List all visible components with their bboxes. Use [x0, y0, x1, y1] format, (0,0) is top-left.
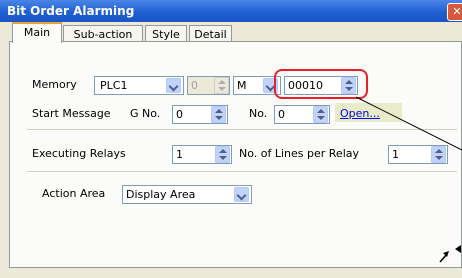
no-spinner-icon[interactable] [313, 106, 328, 123]
memory-label: Memory [32, 78, 77, 91]
plc-select-value: PLC1 [100, 79, 128, 92]
tab-main[interactable]: Main [12, 22, 62, 43]
executing-relays-input[interactable]: 1 [172, 145, 232, 164]
g-no-spinner-icon[interactable] [211, 106, 226, 123]
no-value: 0 [278, 108, 285, 121]
tab-style[interactable]: Style [145, 25, 187, 42]
address-highlight-circle [274, 69, 368, 99]
close-button[interactable]: ✕ [447, 3, 462, 21]
g-no-value: 0 [176, 108, 183, 121]
plc-select[interactable]: PLC1 [94, 76, 184, 95]
lines-per-relay-label: No. of Lines per Relay [239, 147, 360, 160]
action-area-label: Action Area [42, 187, 106, 200]
device-select-value: M [237, 79, 247, 92]
station-value: 0 [191, 79, 198, 92]
g-no-label: G No. [130, 107, 161, 120]
open-link[interactable]: Open... [340, 107, 380, 120]
executing-relays-value: 1 [176, 148, 183, 161]
no-input[interactable]: 0 [274, 105, 330, 124]
station-spinner-icon [214, 77, 229, 94]
action-area-select[interactable]: Display Area [122, 185, 252, 204]
station-input: 0 [187, 76, 230, 95]
g-no-input[interactable]: 0 [172, 105, 228, 124]
lines-per-relay-input[interactable]: 1 [388, 145, 448, 164]
tab-detail-label: Detail [194, 28, 227, 41]
action-area-value: Display Area [126, 188, 196, 201]
no-label: No. [249, 107, 268, 120]
window-title: Bit Order Alarming [7, 4, 135, 18]
tab-style-label: Style [152, 28, 180, 41]
tab-sub-action-label: Sub-action [73, 28, 133, 41]
separator-2 [27, 171, 457, 172]
title-bar[interactable]: Bit Order Alarming ✕ [0, 0, 462, 22]
action-area-dropdown-icon[interactable] [234, 187, 249, 202]
tab-main-label: Main [23, 26, 51, 39]
tab-detail[interactable]: Detail [189, 25, 232, 42]
lines-per-relay-value: 1 [392, 148, 399, 161]
start-message-label: Start Message [32, 107, 111, 120]
close-icon: ✕ [452, 5, 462, 18]
tab-sub-action[interactable]: Sub-action [63, 25, 143, 42]
plc-dropdown-icon[interactable] [166, 78, 181, 93]
lines-per-relay-spinner-icon[interactable] [431, 146, 446, 163]
executing-relays-spinner-icon[interactable] [215, 146, 230, 163]
executing-relays-label: Executing Relays [32, 147, 126, 160]
separator-1 [27, 129, 457, 130]
